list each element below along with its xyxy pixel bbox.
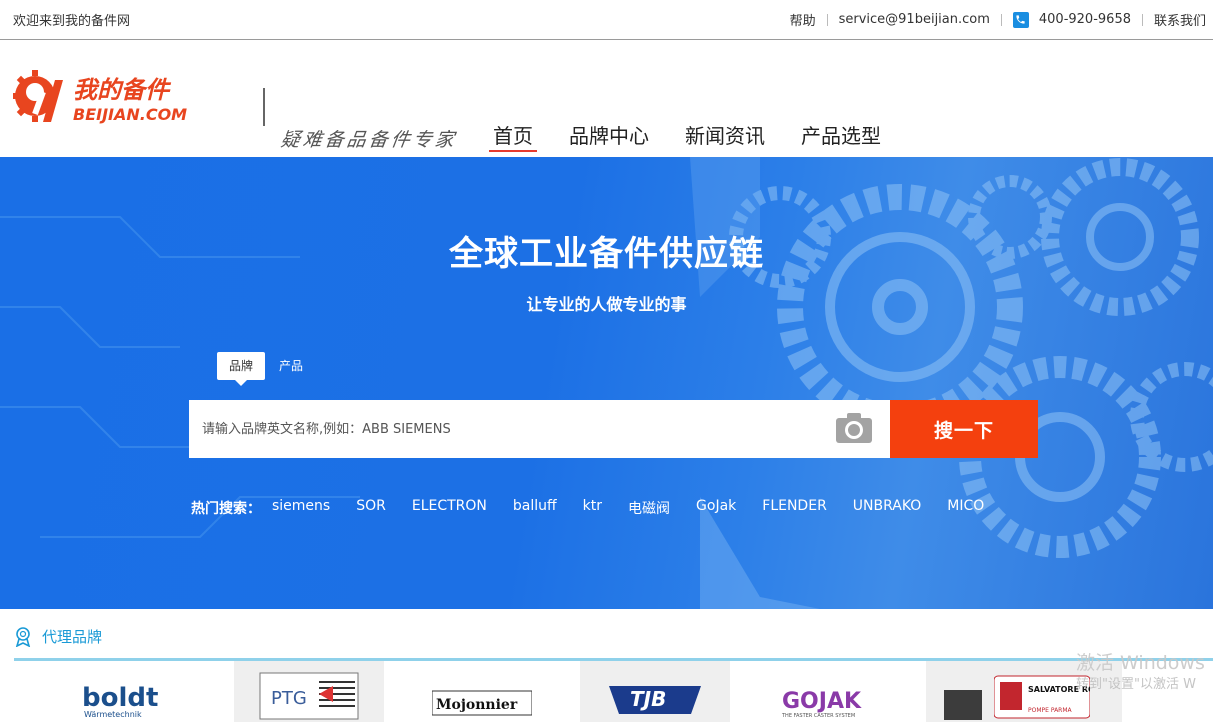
divider (826, 13, 828, 26)
hot-search-item[interactable]: balluff (513, 498, 557, 518)
svg-text:Mojonnier: Mojonnier (436, 697, 518, 713)
badge-icon (15, 626, 31, 647)
hot-search-label: 热门搜索： (191, 501, 261, 517)
svg-text:我的备件: 我的备件 (73, 75, 172, 104)
help-link[interactable]: 帮助 (790, 10, 816, 29)
gears-background (0, 157, 1213, 609)
svg-text:THE FASTER CASTER SYSTEM: THE FASTER CASTER SYSTEM (781, 713, 855, 719)
svg-text:Wärmetechnik: Wärmetechnik (84, 710, 142, 719)
svg-text:BEIJIAN.COM: BEIJIAN.COM (73, 105, 187, 124)
phone-number[interactable]: 400-920-9658 (1039, 12, 1131, 27)
divider (1141, 13, 1143, 26)
contact-link[interactable]: 联系我们 (1154, 10, 1206, 29)
brand-logo-grid: boldt Wärmetechnik PTG Mojonnier TJB GOJ… (14, 661, 1213, 722)
slogan: 疑难备品备件专家 (279, 129, 459, 151)
nav-brand-center[interactable]: 品牌中心 (565, 124, 653, 152)
svg-text:TJB: TJB (630, 687, 666, 711)
brand-logo-small (944, 690, 982, 720)
hot-search-item[interactable]: MICO (947, 498, 984, 518)
search-input[interactable] (189, 400, 890, 458)
hero-banner (0, 157, 1213, 609)
windows-activation-hint: 转到"设置"以激活 W (1076, 677, 1196, 692)
hot-search-item[interactable]: SOR (356, 498, 386, 518)
brand-section-title: 代理品牌 (14, 626, 102, 647)
svg-text:boldt: boldt (82, 683, 158, 713)
main-nav: 首页 品牌中心 新闻资讯 产品选型 (489, 124, 913, 152)
hot-search-item[interactable]: ktr (583, 498, 602, 518)
email-link[interactable]: service@91beijian.com (839, 12, 990, 27)
hot-search-item[interactable]: UNBRAKO (853, 498, 922, 518)
brand-logo-boldt[interactable]: boldt Wärmetechnik (14, 661, 234, 722)
site-logo[interactable]: 我的备件 BEIJIAN.COM (13, 64, 229, 128)
site-header: 我的备件 BEIJIAN.COM 疑难备品备件专家 首页 品牌中心 新闻资讯 产… (0, 40, 1213, 156)
nav-news[interactable]: 新闻资讯 (681, 124, 769, 152)
hot-search-item[interactable]: 电磁阀 (628, 498, 670, 518)
svg-text:POMPE PARMA: POMPE PARMA (1028, 707, 1073, 714)
search-bar: 搜一下 (189, 400, 1038, 458)
hot-search-item[interactable]: siemens (272, 498, 330, 518)
nav-product-selection[interactable]: 产品选型 (797, 124, 885, 152)
divider (1000, 13, 1002, 26)
logo-divider (263, 88, 265, 126)
svg-text:PTG: PTG (271, 688, 307, 709)
nav-home[interactable]: 首页 (489, 124, 537, 152)
hero-subtitle: 让专业的人做专业的事 (526, 295, 687, 314)
hot-search-item[interactable]: FLENDER (762, 498, 827, 518)
top-bar: 欢迎来到我的备件网 帮助 service@91beijian.com 400-9… (0, 0, 1213, 40)
hot-search-item[interactable]: ELECTRON (412, 498, 487, 518)
hero-title: 全球工业备件供应链 (449, 234, 764, 274)
top-links: 帮助 service@91beijian.com 400-920-9658 联系… (790, 10, 1206, 29)
welcome-text: 欢迎来到我的备件网 (13, 14, 131, 29)
tab-product[interactable]: 产品 (267, 352, 315, 380)
svg-text:GOJAK: GOJAK (782, 689, 862, 714)
phone-icon (1012, 11, 1029, 28)
windows-activation-title: 激活 Windows (1076, 652, 1205, 674)
brand-logo-gojak[interactable]: GOJAK THE FASTER CASTER SYSTEM (730, 661, 926, 722)
camera-icon[interactable] (835, 412, 873, 444)
brand-logo-tjb[interactable]: TJB (580, 661, 730, 722)
hot-search-item[interactable]: GoJak (696, 498, 736, 518)
brand-logo-mojonnier[interactable]: Mojonnier (384, 661, 580, 722)
search-button[interactable]: 搜一下 (890, 400, 1038, 458)
hot-searches: 热门搜索： siemens SOR ELECTRON balluff ktr 电… (191, 498, 1010, 518)
tab-brand[interactable]: 品牌 (217, 352, 266, 386)
brand-logo-ptg[interactable]: PTG (234, 661, 384, 722)
brand-section-label: 代理品牌 (42, 628, 103, 646)
